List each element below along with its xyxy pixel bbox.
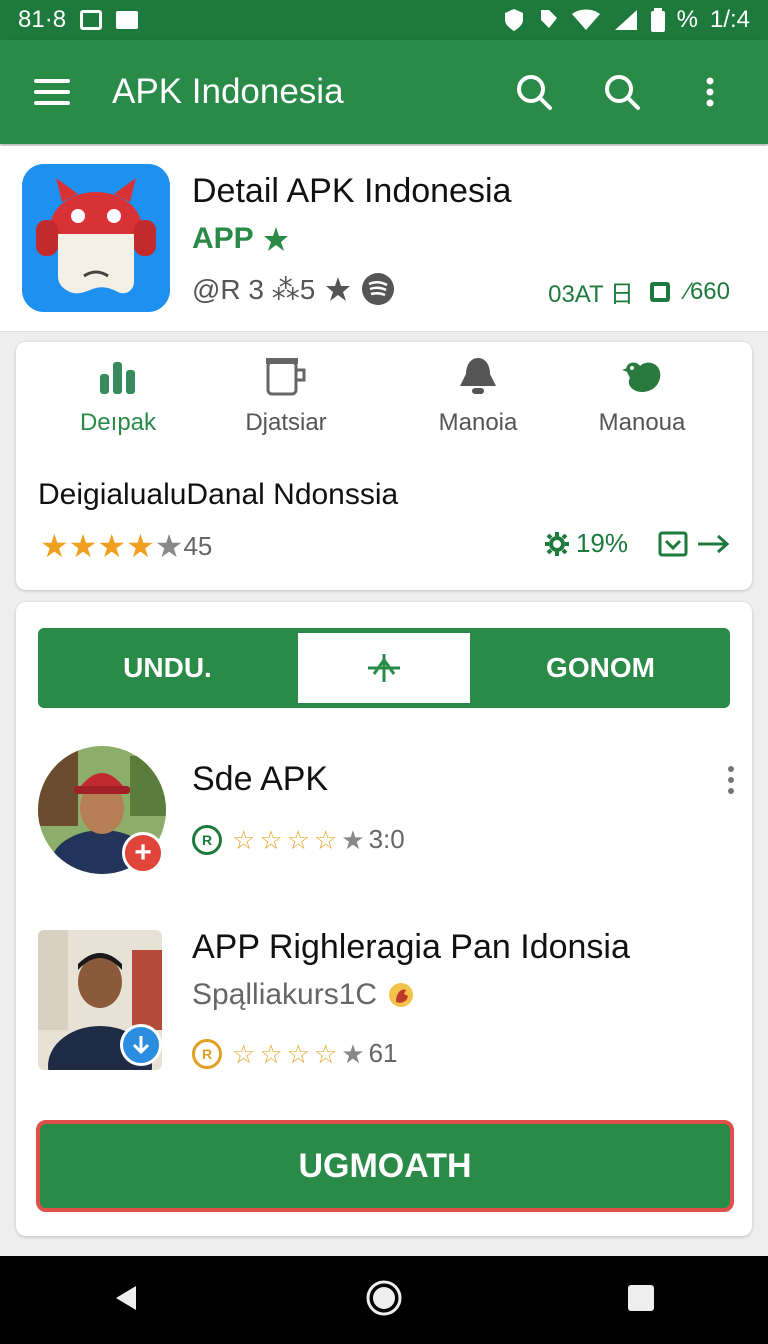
rating-value: 45 bbox=[183, 530, 213, 561]
menu-icon[interactable] bbox=[34, 79, 70, 105]
star-icon bbox=[326, 277, 351, 301]
app-size-value: 660 bbox=[689, 277, 730, 305]
primary-action-button[interactable]: UGMOATH bbox=[36, 1120, 734, 1212]
list-item-rating: R ☆ ☆ ☆ ☆ ★ 61 bbox=[192, 1038, 397, 1069]
battery-icon bbox=[650, 8, 665, 32]
gear-icon bbox=[544, 531, 569, 556]
square-icon bbox=[649, 281, 670, 302]
tab-middle[interactable] bbox=[297, 632, 471, 704]
rating-row: ★ ★ ★ ★ ★ 45 bbox=[40, 530, 212, 562]
app-bar-title: APK Indonesia bbox=[112, 72, 344, 111]
app-category-label: APP bbox=[192, 222, 254, 255]
app-meta: @R 3 ⁂5 bbox=[192, 272, 395, 306]
category-item-2[interactable]: Manoia bbox=[408, 356, 548, 437]
app-bar: APK Indonesia bbox=[0, 40, 768, 144]
app-category: APP bbox=[192, 222, 290, 256]
star-outline-icon: ☆ bbox=[259, 1038, 283, 1069]
percent-badge: 19% bbox=[544, 528, 628, 559]
tab-right[interactable]: GONOM bbox=[471, 628, 730, 708]
search-icon-secondary[interactable] bbox=[602, 72, 642, 112]
app-list-card: UNDU. GONOM + Sde APK R ☆ ☆ ☆ ☆ ★ 3:0 AP… bbox=[16, 602, 752, 1236]
status-bar: 81·8 % 1/:4 bbox=[0, 0, 768, 40]
image-icon bbox=[116, 11, 139, 29]
star-outline-icon: ☆ bbox=[232, 1038, 256, 1069]
segmented-tabs: UNDU. GONOM bbox=[38, 628, 730, 708]
home-icon[interactable] bbox=[365, 1279, 403, 1322]
star-badge-icon bbox=[263, 227, 288, 251]
cup-icon bbox=[266, 358, 306, 396]
half-star-icon: ★ bbox=[341, 1038, 365, 1069]
badge-icon: R bbox=[192, 1038, 222, 1069]
list-item-title: Sde APK bbox=[192, 760, 329, 798]
star-icon: ★ bbox=[126, 528, 155, 564]
star-outline-icon: ☆ bbox=[313, 1038, 338, 1069]
add-icon[interactable]: + bbox=[122, 832, 164, 874]
recents-icon[interactable] bbox=[626, 1283, 656, 1318]
badge-icon: R bbox=[192, 824, 222, 855]
star-outline-icon: ☆ bbox=[286, 824, 310, 855]
category-item-0[interactable]: Deıpak bbox=[48, 356, 188, 437]
star-icon: ★ bbox=[40, 528, 69, 564]
more-vert-icon[interactable] bbox=[690, 72, 730, 112]
list-item-rating: R ☆ ☆ ☆ ☆ ★ 3:0 bbox=[192, 824, 405, 855]
category-item-3[interactable]: Manoua bbox=[572, 356, 712, 437]
percent-value: 19% bbox=[575, 528, 628, 558]
app-icon bbox=[22, 164, 170, 312]
star-outline-icon: ☆ bbox=[313, 824, 338, 855]
list-item[interactable]: APP Righleragia Pan Idonsia Spąlliakurs1… bbox=[38, 924, 738, 1074]
app-detail-card: Deıpak Djatsiar Manoia Manoua Deigialual… bbox=[16, 342, 752, 590]
card-title: DeigialualuDanal Ndonssia bbox=[38, 478, 399, 511]
bell-icon bbox=[460, 358, 496, 394]
battery-percent: % bbox=[676, 6, 698, 33]
app-meta-size: ⁄660 bbox=[685, 277, 730, 305]
shield-icon bbox=[504, 9, 523, 31]
status-time: 81·8 bbox=[18, 6, 67, 33]
list-item[interactable]: + Sde APK R ☆ ☆ ☆ ☆ ★ 3:0 bbox=[38, 746, 738, 886]
spotify-icon bbox=[362, 273, 395, 305]
category-label: Manoia bbox=[438, 409, 518, 436]
tablet-icon bbox=[80, 10, 103, 30]
list-item-rating-value: 61 bbox=[368, 1038, 398, 1068]
more-vert-icon[interactable] bbox=[728, 766, 734, 794]
arrow-right-icon bbox=[698, 534, 730, 553]
category-label: Manoua bbox=[598, 409, 686, 436]
app-meta-right-text: 03AT 日 bbox=[548, 281, 634, 308]
star-outline-icon: ☆ bbox=[259, 824, 283, 855]
app-header: Detail APK Indonesia APP @R 3 ⁂5 03AT 日 … bbox=[0, 146, 768, 332]
tag-icon bbox=[540, 10, 557, 28]
half-star-icon: ★ bbox=[341, 824, 365, 855]
list-item-title: APP Righleragia Pan Idonsia bbox=[192, 928, 630, 966]
list-item-subtitle: Spąlliakurs1C bbox=[192, 978, 415, 1012]
signal-icon bbox=[614, 10, 637, 30]
category-label: Djatsiar bbox=[245, 409, 327, 436]
half-star-icon: ★ bbox=[154, 528, 184, 564]
share-action[interactable] bbox=[658, 531, 730, 557]
back-icon[interactable] bbox=[112, 1283, 142, 1318]
status-clock: 1/:4 bbox=[709, 6, 750, 33]
star-icon: ★ bbox=[97, 528, 127, 564]
star-icon: ★ bbox=[68, 528, 98, 564]
bar-chart-icon bbox=[100, 362, 135, 394]
star-outline-icon: ☆ bbox=[286, 1038, 310, 1069]
app-meta-right: 03AT 日 ⁄660 bbox=[548, 274, 730, 309]
category-label: Deıpak bbox=[79, 409, 157, 436]
rooster-icon bbox=[622, 362, 661, 392]
app-meta-text: @R 3 ⁂5 bbox=[192, 273, 316, 305]
compass-icon bbox=[368, 654, 400, 682]
system-nav-bar bbox=[0, 1256, 768, 1344]
download-icon[interactable] bbox=[120, 1024, 162, 1066]
rooster-badge-icon bbox=[389, 983, 414, 1007]
star-outline-icon: ☆ bbox=[232, 824, 256, 855]
search-icon[interactable] bbox=[514, 72, 554, 112]
app-title: Detail APK Indonesia bbox=[192, 172, 512, 210]
tab-left[interactable]: UNDU. bbox=[38, 628, 297, 708]
list-item-subtitle-text: Spąlliakurs1C bbox=[192, 978, 378, 1011]
category-item-1[interactable]: Djatsiar bbox=[216, 356, 356, 437]
list-item-rating-value: 3:0 bbox=[368, 824, 405, 854]
download-box-icon bbox=[658, 531, 688, 556]
wifi-icon bbox=[571, 9, 600, 30]
